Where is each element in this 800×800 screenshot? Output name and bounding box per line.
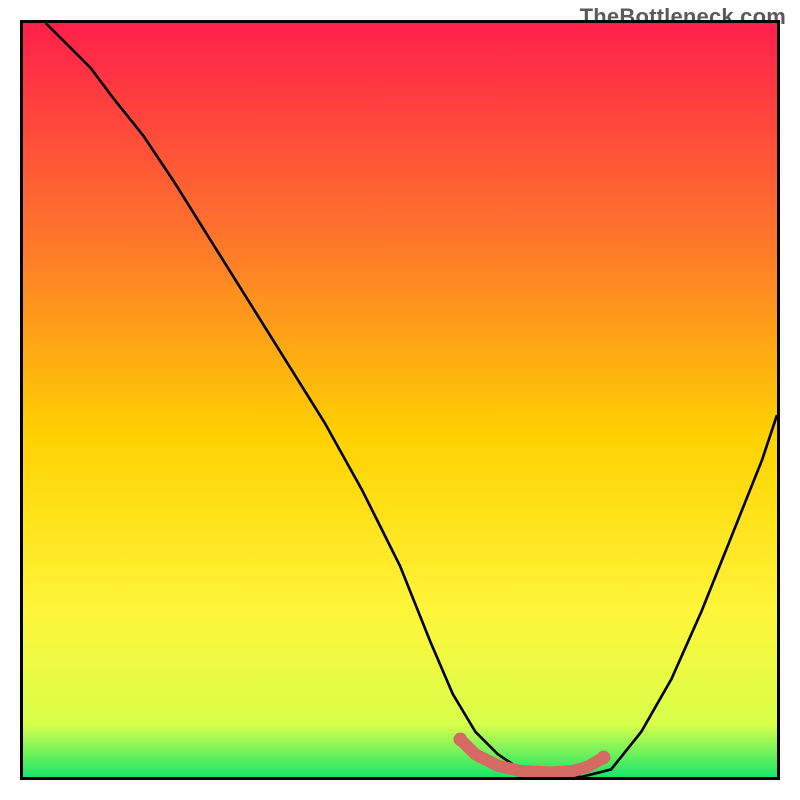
highlight-dot-left xyxy=(454,733,468,747)
plot-area xyxy=(20,20,780,780)
optimal-range-highlight xyxy=(460,739,603,772)
chart-stage: TheBottleneck.com xyxy=(0,0,800,800)
highlight-dot-right xyxy=(597,751,611,765)
bottleneck-curve xyxy=(46,23,777,777)
curve-layer xyxy=(23,23,777,777)
